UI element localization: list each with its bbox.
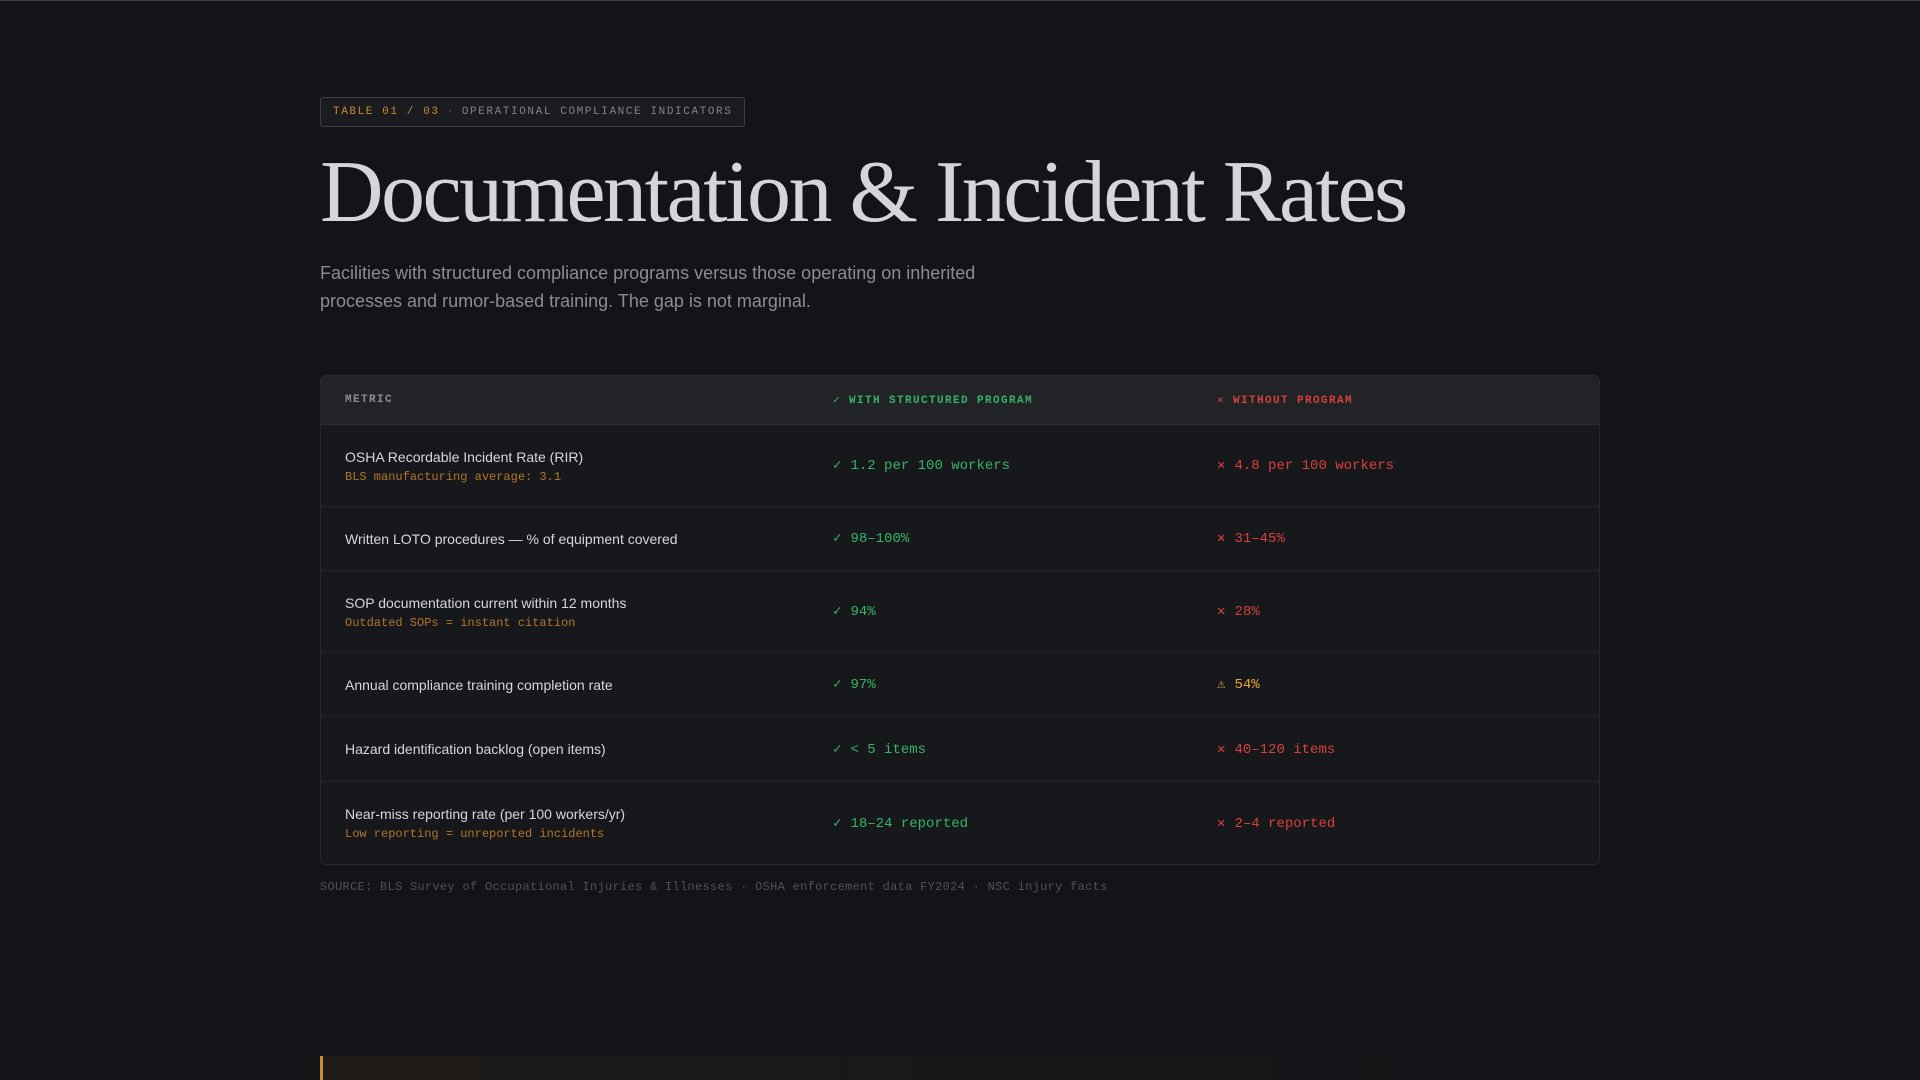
metric-cell: Written LOTO procedures — % of equipment… — [321, 530, 833, 548]
page-subtitle: Facilities with structured compliance pr… — [320, 263, 976, 311]
cross-icon: ✕ — [1217, 741, 1226, 758]
metric-name: Near-miss reporting rate (per 100 worker… — [345, 806, 626, 822]
warning-icon: ⚠ — [1217, 677, 1226, 693]
metric-cell: Near-miss reporting rate (per 100 worker… — [321, 805, 833, 841]
table-row: Annual compliance training completion ra… — [321, 653, 1599, 717]
comparison-table: METRIC ✓ WITH STRUCTURED PROGRAM ✕ WITHO… — [320, 375, 1600, 865]
metric-name: Written LOTO procedures — % of equipment… — [345, 530, 678, 547]
table-header: METRIC ✓ WITH STRUCTURED PROGRAM ✕ WITHO… — [321, 376, 1599, 425]
table-row: SOP documentation current within 12 mont… — [321, 571, 1599, 653]
header-section: TABLE 01 / 03 · OPERATIONAL COMPLIANCE I… — [320, 97, 1600, 315]
source-note: SOURCE: BLS Survey of Occupational Injur… — [320, 880, 1108, 894]
check-icon: ✓ — [833, 741, 842, 758]
with-program-value: ✓ 94% — [833, 603, 1217, 620]
check-icon: ✓ — [833, 531, 842, 547]
value-text: 98–100% — [850, 531, 910, 547]
check-icon: ✓ — [833, 815, 842, 832]
tag-id: TABLE 01 / 03 — [333, 106, 440, 118]
check-icon: ✓ — [833, 458, 842, 474]
cross-icon: ✕ — [1217, 604, 1226, 620]
without-program-value: ✕ 2–4 reported — [1217, 815, 1599, 832]
value-text: 31–45% — [1234, 531, 1285, 547]
metric-note: BLS manufacturing average: 3.1 — [345, 469, 562, 484]
check-icon: ✓ — [833, 677, 842, 693]
table-row: Written LOTO procedures — % of equipment… — [321, 507, 1599, 571]
value-text: 97% — [850, 677, 876, 693]
metric-name: Annual compliance training completion ra… — [345, 676, 613, 693]
value-text: 40–120 items — [1234, 741, 1336, 758]
table-row: Near-miss reporting rate (per 100 worker… — [321, 782, 1599, 864]
header-without-program: ✕ WITHOUT PROGRAM — [1217, 395, 1354, 407]
value-text: 28% — [1234, 604, 1260, 620]
page-title: Documentation & Incident Rates — [320, 144, 1408, 241]
table-row: Hazard identification backlog (open item… — [321, 717, 1599, 782]
cross-icon: ✕ — [1217, 815, 1226, 832]
value-text: 1.2 per 100 workers — [850, 458, 1011, 474]
metric-name: Hazard identification backlog (open item… — [345, 741, 606, 757]
top-divider — [0, 0, 1920, 1]
metric-note: Outdated SOPs = instant citation — [345, 615, 576, 630]
without-program-value: ✕ 31–45% — [1217, 530, 1599, 547]
without-program-value: ✕ 4.8 per 100 workers — [1217, 457, 1599, 474]
value-text: 18–24 reported — [850, 815, 969, 832]
metric-note: Low reporting = unreported incidents — [345, 827, 605, 841]
metric-name: SOP documentation current within 12 mont… — [345, 594, 627, 611]
value-text: 4.8 per 100 workers — [1234, 458, 1395, 474]
without-program-value: ✕ 28% — [1217, 603, 1599, 620]
with-program-value: ✓ 97% — [833, 676, 1217, 693]
tag-separator: · — [446, 106, 455, 118]
metric-name: OSHA Recordable Incident Rate (RIR) — [345, 448, 584, 465]
with-program-value: ✓ 98–100% — [833, 530, 1217, 547]
with-program-value: ✓ 1.2 per 100 workers — [833, 457, 1217, 474]
value-text: 54% — [1234, 677, 1260, 693]
without-program-value: ✕ 40–120 items — [1217, 741, 1599, 758]
metric-cell: Hazard identification backlog (open item… — [321, 740, 833, 758]
metric-cell: OSHA Recordable Incident Rate (RIR) BLS … — [321, 448, 833, 484]
with-program-value: ✓ < 5 items — [833, 741, 1217, 758]
table-tag: TABLE 01 / 03 · OPERATIONAL COMPLIANCE I… — [320, 97, 746, 127]
value-text: < 5 items — [850, 741, 927, 758]
header-metric: METRIC — [345, 394, 394, 406]
cross-icon: ✕ — [1217, 531, 1226, 547]
next-section-panel — [320, 1056, 1420, 1080]
table-row: OSHA Recordable Incident Rate (RIR) BLS … — [321, 425, 1599, 507]
value-text: 94% — [850, 604, 876, 620]
check-icon: ✓ — [833, 604, 842, 620]
header-with-program: ✓ WITH STRUCTURED PROGRAM — [833, 395, 1034, 407]
value-text: 2–4 reported — [1234, 815, 1336, 832]
cross-icon: ✕ — [1217, 458, 1226, 474]
without-program-value: ⚠ 54% — [1217, 676, 1599, 693]
metric-cell: SOP documentation current within 12 mont… — [321, 594, 833, 630]
metric-cell: Annual compliance training completion ra… — [321, 676, 833, 694]
with-program-value: ✓ 18–24 reported — [833, 815, 1217, 832]
tag-label: OPERATIONAL COMPLIANCE INDICATORS — [461, 106, 733, 118]
